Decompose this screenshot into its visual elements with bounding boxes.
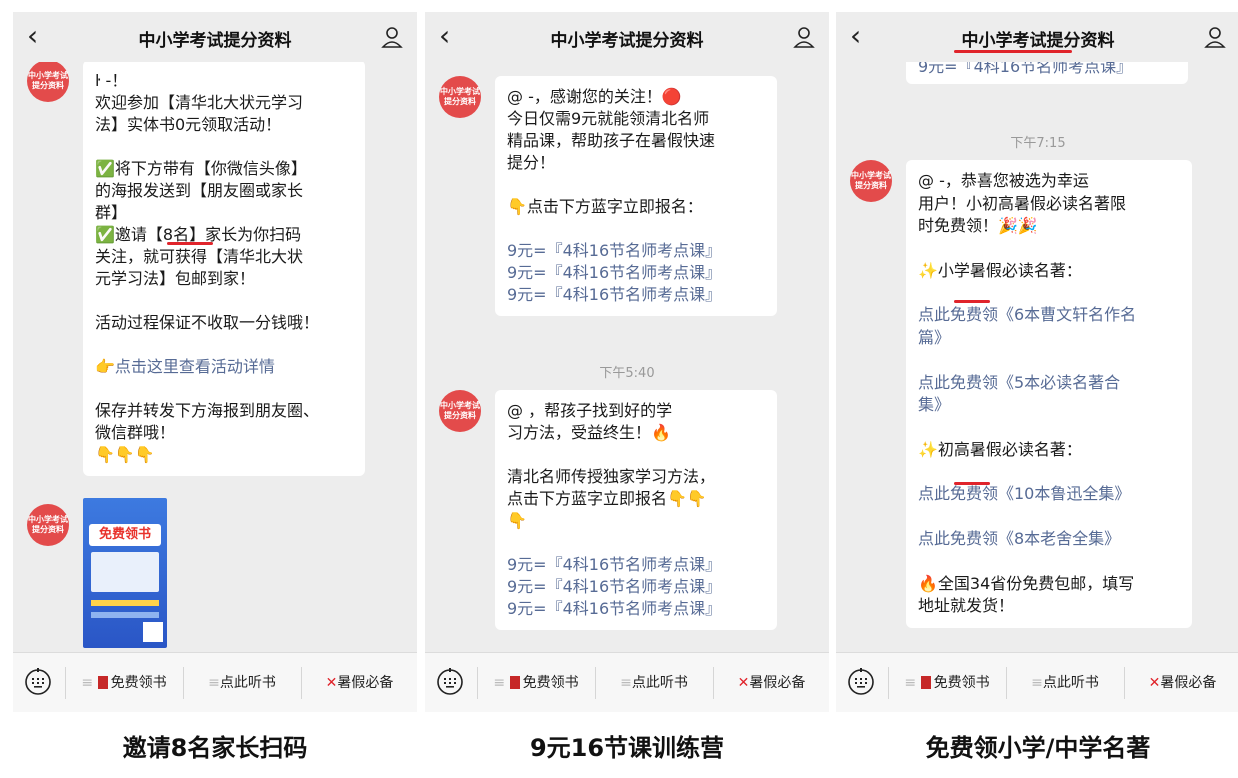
course-link[interactable]: 9元=『4科16节名师考点课』 xyxy=(507,284,765,306)
person-icon[interactable] xyxy=(1204,26,1226,48)
official-account-avatar[interactable]: 中小学考试 提分资料 xyxy=(439,76,481,118)
chat-screen-invite: ‹ 中小学考试提分资料 中小学考试 提分资料 ŀ -！ 欢迎参加【清华北大状元学习… xyxy=(13,12,417,712)
message-bubble: 9元=『4科16节名师考点课』 xyxy=(906,62,1188,84)
caption-invite: 邀请8名家长扫码 xyxy=(122,734,308,762)
title-underline xyxy=(954,50,1072,53)
message-list[interactable]: 9元=『4科16节名师考点课』 下午7:15 中小学考试 提分资料 @ -，恭喜您… xyxy=(836,62,1238,652)
highlight-underline xyxy=(167,242,213,245)
message-bubble: @ ，帮孩子找到好的学 习方法，受益终生！🔥 清北名师传授独家学习方法， 点击下… xyxy=(495,390,777,630)
poster-strip xyxy=(91,600,159,606)
menu-item-listen-book[interactable]: ≡点此听书 xyxy=(184,653,300,712)
message-bubble: @ -，恭喜您被选为幸运 用户！小初高暑假必读名著限 时免费领！🎉🎉 ✨小学暑假… xyxy=(906,160,1192,628)
chat-screen-course: ‹ 中小学考试提分资料 中小学考试 提分资料 @ -，感谢您的关注！🔴 今日仅需9… xyxy=(425,12,829,712)
menu-item-free-book[interactable]: ≡ 免费领书 xyxy=(478,653,594,712)
qr-code-icon xyxy=(143,622,163,642)
person-icon[interactable] xyxy=(793,26,815,48)
firecracker-icon: ✕ xyxy=(737,675,750,691)
menu-bar: ≡ 免费领书 ≡点此听书 ✕暑假必备 xyxy=(425,652,829,712)
highlight-underline xyxy=(954,300,990,303)
caption-course: 9元16节课训练营 xyxy=(529,734,725,762)
free-book-link[interactable]: 点此免费领《8本老舍全集》 xyxy=(918,528,1180,551)
timestamp: 下午5:40 xyxy=(599,366,655,381)
menu-item-summer[interactable]: ✕暑假必备 xyxy=(1125,653,1238,712)
course-link[interactable]: 9元=『4科16节名师考点课』 xyxy=(507,554,765,576)
menu-item-free-book[interactable]: ≡ 免费领书 xyxy=(66,653,182,712)
poster-title: 免费领书 xyxy=(89,524,161,546)
message-bubble: ŀ -！ 欢迎参加【清华北大状元学习 法】实体书0元领取活动！ ✅将下方带有【你… xyxy=(83,62,365,476)
activity-details-link[interactable]: 👉点击这里查看活动详情 xyxy=(95,356,353,378)
menu-item-listen-book[interactable]: ≡点此听书 xyxy=(596,653,712,712)
menu-bar: ≡ 免费领书 ≡点此听书 ✕暑假必备 xyxy=(13,652,417,712)
menu-item-listen-book[interactable]: ≡点此听书 xyxy=(1007,653,1123,712)
menu-item-summer[interactable]: ✕暑假必备 xyxy=(714,653,829,712)
message-bubble: @ -，感谢您的关注！🔴 今日仅需9元就能领清北名师 精品课，帮助孩子在暑假快速… xyxy=(495,76,777,316)
book-icon xyxy=(920,676,931,689)
chat-screen-books: ‹ 中小学考试提分资料 9元=『4科16节名师考点课』 下午7:15 中小学考试… xyxy=(836,12,1238,712)
poster-image[interactable]: 免费领书 xyxy=(83,498,167,648)
highlight-underline xyxy=(954,482,990,485)
poster-book-graphic xyxy=(91,552,159,592)
nav-header: ‹ 中小学考试提分资料 xyxy=(836,12,1238,62)
free-book-link[interactable]: 点此免费领《5本必读名著合 xyxy=(918,372,1180,395)
person-icon[interactable] xyxy=(381,26,403,48)
menu-bar: ≡ 免费领书 ≡点此听书 ✕暑假必备 xyxy=(836,652,1238,712)
free-book-link[interactable]: 点此免费领《6本曹文轩名作名 xyxy=(918,304,1180,327)
keyboard-icon[interactable] xyxy=(23,667,53,697)
course-link[interactable]: 9元=『4科16节名师考点课』 xyxy=(507,262,765,284)
account-title: 中小学考试提分资料 xyxy=(961,31,1115,51)
timestamp: 下午7:15 xyxy=(1010,136,1066,151)
account-title: 中小学考试提分资料 xyxy=(138,31,292,51)
message-list[interactable]: 中小学考试 提分资料 ŀ -！ 欢迎参加【清华北大状元学习 法】实体书0元领取活动… xyxy=(13,62,417,652)
course-link[interactable]: 9元=『4科16节名师考点课』 xyxy=(507,576,765,598)
course-link[interactable]: 9元=『4科16节名师考点课』 xyxy=(507,598,765,620)
keyboard-icon[interactable] xyxy=(435,667,465,697)
free-book-link[interactable]: 点此免费领《10本鲁迅全集》 xyxy=(918,483,1180,506)
nav-header: ‹ 中小学考试提分资料 xyxy=(425,12,829,62)
menu-item-free-book[interactable]: ≡ 免费领书 xyxy=(889,653,1005,712)
official-account-avatar[interactable]: 中小学考试 提分资料 xyxy=(27,62,69,102)
account-title: 中小学考试提分资料 xyxy=(550,31,704,51)
book-icon xyxy=(509,676,520,689)
course-link[interactable]: 9元=『4科16节名师考点课』 xyxy=(918,62,1176,78)
caption-books: 免费领小学/中学名著 xyxy=(925,734,1151,762)
message-list[interactable]: 中小学考试 提分资料 @ -，感谢您的关注！🔴 今日仅需9元就能领清北名师 精品课… xyxy=(425,62,829,652)
official-account-avatar[interactable]: 中小学考试 提分资料 xyxy=(27,504,69,546)
official-account-avatar[interactable]: 中小学考试 提分资料 xyxy=(850,160,892,202)
menu-item-summer[interactable]: ✕暑假必备 xyxy=(302,653,417,712)
keyboard-icon[interactable] xyxy=(846,667,876,697)
firecracker-icon: ✕ xyxy=(1148,675,1161,691)
book-icon xyxy=(97,676,108,689)
course-link[interactable]: 9元=『4科16节名师考点课』 xyxy=(507,240,765,262)
poster-strip xyxy=(91,612,159,618)
firecracker-icon: ✕ xyxy=(325,675,338,691)
nav-header: ‹ 中小学考试提分资料 xyxy=(13,12,417,62)
official-account-avatar[interactable]: 中小学考试 提分资料 xyxy=(439,390,481,432)
